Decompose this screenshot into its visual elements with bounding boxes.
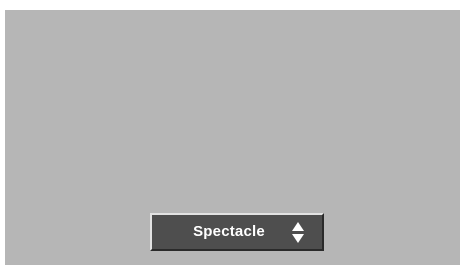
mode-selector[interactable]: Spectacle [150,213,324,251]
display-area: Spectacle [5,10,460,265]
triangle-down-icon[interactable] [292,234,304,243]
triangle-up-icon[interactable] [292,222,304,231]
mode-selector-value: Spectacle [193,223,265,240]
mode-stepper[interactable] [292,222,306,243]
